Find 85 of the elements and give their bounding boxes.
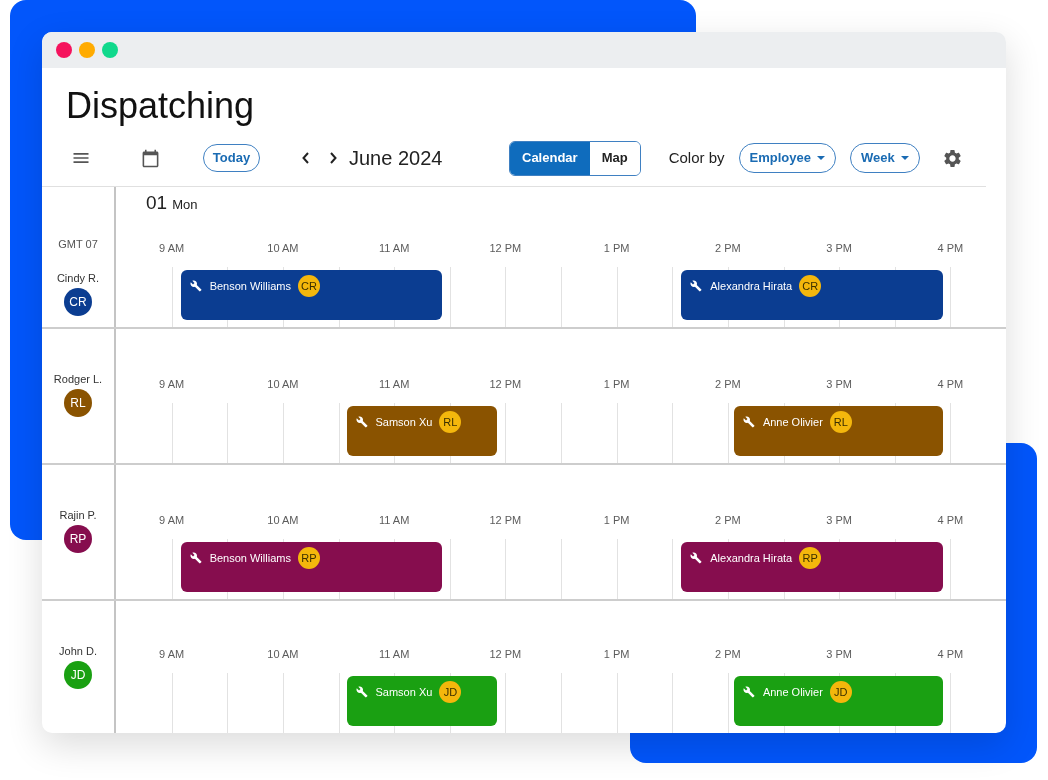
hour-label: 3 PM (826, 377, 852, 392)
weekday-label: Mon (172, 197, 198, 213)
timezone-label: GMT 07 (58, 237, 98, 251)
assignee-avatar: RP (799, 547, 822, 569)
wrench-icon (355, 686, 368, 698)
hour-label: 4 PM (937, 647, 964, 662)
hour-label: 12 PM (489, 513, 522, 528)
employee-name: John D. (59, 644, 97, 658)
assignee-avatar: JD (829, 681, 852, 703)
job-title: Samson Xu (375, 415, 433, 430)
hour-label: 2 PM (715, 647, 741, 662)
wrench-icon (690, 552, 703, 564)
wrench-icon (742, 416, 755, 428)
calendar-icon[interactable] (141, 148, 160, 168)
hour-label: 2 PM (715, 377, 741, 392)
hour-label: 11 AM (378, 241, 410, 256)
hour-label: 2 PM (715, 241, 741, 256)
job-title: Benson Williams (209, 279, 291, 294)
assignee-avatar: RL (829, 411, 852, 433)
job-card[interactable]: Benson Williams RP (180, 542, 442, 592)
employee-name: Rajin P. (59, 508, 97, 522)
caret-icon (900, 156, 909, 160)
employee-avatar: CR (64, 288, 92, 316)
job-card[interactable]: Alexandra Hirata CR (681, 270, 944, 320)
view-tab[interactable]: Calendar (510, 141, 590, 175)
hour-label: 9 AM (159, 647, 185, 662)
close-icon[interactable] (56, 42, 72, 58)
job-title: Alexandra Hirata (710, 279, 793, 294)
assignee-avatar: RP (297, 547, 320, 569)
job-card[interactable]: Anne Olivier RL (733, 406, 944, 456)
hour-label: 1 PM (603, 513, 630, 528)
hour-label: 9 AM (159, 513, 185, 528)
assignee-avatar: CR (297, 275, 320, 297)
hour-label: 4 PM (937, 377, 964, 392)
employee-avatar: JD (64, 661, 92, 689)
page-title: Dispatching (66, 84, 255, 128)
hour-label: 4 PM (937, 241, 964, 256)
hour-label: 12 PM (489, 241, 522, 256)
hour-label: 11 AM (378, 647, 410, 662)
job-title: Anne Olivier (762, 685, 823, 700)
hour-label: 10 AM (267, 377, 299, 392)
job-card[interactable]: Benson Williams CR (180, 270, 442, 320)
employee-name: Cindy R. (56, 271, 100, 285)
wrench-icon (690, 280, 703, 292)
wrench-icon (189, 280, 202, 292)
job-card[interactable]: Alexandra Hirata RP (681, 542, 944, 592)
employee-name: Rodger L. (53, 372, 103, 386)
chevron-right-icon[interactable] (330, 152, 337, 164)
hour-label: 10 AM (267, 513, 299, 528)
hour-label: 1 PM (603, 377, 630, 392)
hour-label: 1 PM (603, 241, 630, 256)
hour-label: 12 PM (489, 377, 522, 392)
job-title: Alexandra Hirata (710, 551, 793, 566)
assignee-avatar: RL (439, 411, 462, 433)
assignee-avatar: CR (799, 275, 822, 297)
hour-label: 9 AM (159, 241, 185, 256)
hour-label: 3 PM (826, 513, 852, 528)
hour-label: 3 PM (826, 647, 852, 662)
job-card[interactable]: Samson Xu JD (346, 676, 498, 726)
hour-label: 11 AM (378, 513, 410, 528)
hour-label: 12 PM (489, 647, 522, 662)
day-number: 01 (146, 191, 168, 215)
wrench-icon (742, 686, 755, 698)
hour-label: 3 PM (826, 241, 852, 256)
employee-avatar: RL (64, 389, 92, 417)
employee-avatar: RP (64, 525, 92, 553)
period-label: June 2024 (349, 146, 444, 171)
wrench-icon (355, 416, 368, 428)
job-card[interactable]: Anne Olivier JD (733, 676, 944, 726)
color-by-label: Color by (668, 147, 725, 168)
hour-label: 10 AM (267, 241, 299, 256)
caret-icon (816, 156, 825, 160)
job-card[interactable]: Samson Xu RL (346, 406, 498, 456)
hour-label: 11 AM (378, 377, 410, 392)
job-title: Anne Olivier (762, 415, 823, 430)
hour-label: 1 PM (603, 647, 630, 662)
wrench-icon (189, 552, 202, 564)
job-title: Samson Xu (375, 685, 433, 700)
chevron-left-icon[interactable] (302, 152, 309, 164)
job-title: Benson Williams (209, 551, 291, 566)
hour-label: 10 AM (267, 647, 299, 662)
assignee-avatar: JD (439, 681, 462, 703)
hour-label: 9 AM (159, 377, 185, 392)
hour-label: 4 PM (937, 513, 964, 528)
hour-label: 2 PM (715, 513, 741, 528)
